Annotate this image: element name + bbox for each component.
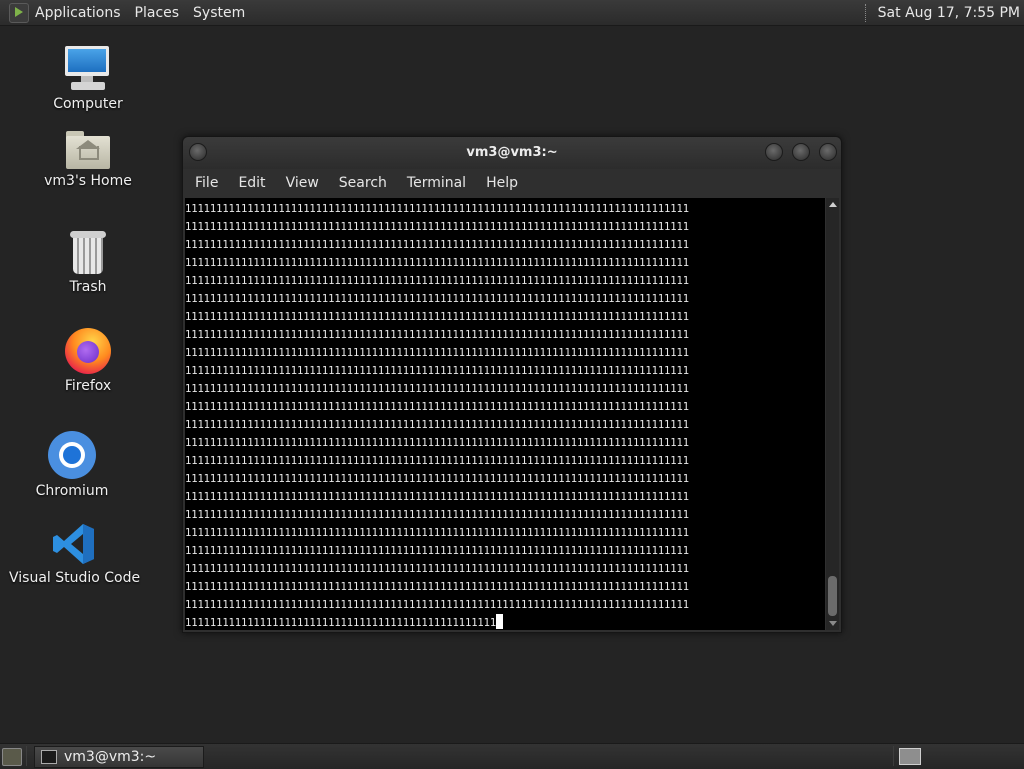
terminal-line: 1111111111111111111111111111111111111111… — [185, 599, 689, 611]
desktop-icon-label: Firefox — [64, 378, 112, 394]
desktop-icon-label: Computer — [53, 96, 123, 112]
text-cursor — [496, 614, 504, 629]
taskbar-item-label: vm3@vm3:~ — [64, 749, 157, 765]
terminal-line: 1111111111111111111111111111111111111111… — [185, 614, 825, 630]
terminal-lines: 1111111111111111111111111111111111111111… — [185, 198, 825, 630]
desktop-icon-label: Chromium — [35, 483, 109, 499]
scroll-up-arrow-icon[interactable] — [829, 202, 837, 207]
desktop-icon-label: Visual Studio Code — [9, 570, 141, 586]
terminal-line: 1111111111111111111111111111111111111111… — [185, 455, 689, 467]
terminal-line: 1111111111111111111111111111111111111111… — [185, 203, 689, 215]
terminal-line: 1111111111111111111111111111111111111111… — [185, 563, 689, 575]
menu-edit[interactable]: Edit — [238, 175, 265, 191]
terminal-line: 1111111111111111111111111111111111111111… — [185, 437, 689, 449]
terminal-line: 1111111111111111111111111111111111111111… — [185, 239, 689, 251]
menu-system[interactable]: System — [193, 5, 245, 21]
terminal-line: 1111111111111111111111111111111111111111… — [185, 311, 689, 323]
desktop-icon-chromium[interactable]: Chromium — [7, 431, 137, 499]
computer-icon — [63, 46, 113, 92]
scroll-down-arrow-icon[interactable] — [829, 621, 837, 626]
panel-separator — [893, 746, 894, 766]
desktop-icon-label: Trash — [69, 279, 107, 295]
terminal-line: 1111111111111111111111111111111111111111… — [185, 275, 689, 287]
terminal-icon — [41, 750, 57, 764]
desktop-icon-trash[interactable]: Trash — [23, 231, 153, 295]
panel-separator — [26, 746, 27, 766]
home-folder-icon — [66, 131, 110, 169]
workspace-switcher[interactable] — [899, 748, 921, 765]
menu-places[interactable]: Places — [135, 5, 180, 21]
bottom-panel: vm3@vm3:~ — [0, 743, 1024, 769]
close-button[interactable] — [819, 143, 837, 161]
scrollbar-thumb[interactable] — [828, 576, 837, 616]
show-desktop-icon[interactable] — [2, 748, 22, 766]
distro-logo-icon[interactable] — [9, 2, 29, 23]
terminal-line: 1111111111111111111111111111111111111111… — [185, 581, 689, 593]
terminal-line: 1111111111111111111111111111111111111111… — [185, 401, 689, 413]
terminal-line: 1111111111111111111111111111111111111111… — [185, 293, 689, 305]
terminal-output[interactable]: 1111111111111111111111111111111111111111… — [185, 198, 825, 630]
maximize-button[interactable] — [792, 143, 810, 161]
menu-help[interactable]: Help — [486, 175, 518, 191]
terminal-line: 1111111111111111111111111111111111111111… — [185, 527, 689, 539]
firefox-icon — [65, 328, 111, 374]
menu-applications[interactable]: Applications — [35, 5, 121, 21]
terminal-line: 1111111111111111111111111111111111111111… — [185, 383, 689, 395]
clock-area: Sat Aug 17, 7:55 PM — [864, 0, 1024, 25]
chromium-icon — [48, 431, 96, 479]
terminal-line: 1111111111111111111111111111111111111111… — [185, 473, 689, 485]
terminal-line: 1111111111111111111111111111111111111111… — [185, 491, 689, 503]
terminal-line: 1111111111111111111111111111111111111111… — [185, 545, 689, 557]
menu-search[interactable]: Search — [339, 175, 387, 191]
vscode-icon — [52, 522, 96, 566]
trash-icon — [70, 231, 106, 275]
taskbar-item-terminal[interactable]: vm3@vm3:~ — [34, 746, 204, 768]
desktop-icon-computer[interactable]: Computer — [23, 46, 153, 112]
desktop-icon-vscode[interactable]: Visual Studio Code — [9, 522, 141, 586]
menu-file[interactable]: File — [195, 175, 218, 191]
desktop-icon-firefox[interactable]: Firefox — [23, 328, 153, 394]
top-panel: Applications Places System Sat Aug 17, 7… — [0, 0, 1024, 26]
window-title: vm3@vm3:~ — [466, 145, 558, 160]
terminal-line: 1111111111111111111111111111111111111111… — [185, 365, 689, 377]
terminal-line: 1111111111111111111111111111111111111111… — [185, 257, 689, 269]
terminal-line: 1111111111111111111111111111111111111111… — [185, 221, 689, 233]
terminal-scrollbar[interactable] — [826, 198, 839, 630]
menu-terminal[interactable]: Terminal — [407, 175, 466, 191]
terminal-menubar: File Edit View Search Terminal Help — [183, 169, 841, 197]
terminal-line: 1111111111111111111111111111111111111111… — [185, 509, 689, 521]
terminal-line: 1111111111111111111111111111111111111111… — [185, 329, 689, 341]
terminal-line: 1111111111111111111111111111111111111111… — [185, 347, 689, 359]
terminal-window: vm3@vm3:~ File Edit View Search Terminal… — [182, 136, 842, 633]
terminal-current-line: 1111111111111111111111111111111111111111… — [185, 617, 497, 629]
panel-separator — [864, 3, 868, 22]
desktop-icon-home[interactable]: vm3's Home — [23, 131, 153, 189]
terminal-line: 1111111111111111111111111111111111111111… — [185, 419, 689, 431]
desktop-icon-label: vm3's Home — [44, 173, 132, 189]
minimize-button[interactable] — [765, 143, 783, 161]
clock[interactable]: Sat Aug 17, 7:55 PM — [878, 5, 1020, 21]
menu-view[interactable]: View — [286, 175, 319, 191]
window-titlebar[interactable]: vm3@vm3:~ — [183, 137, 841, 169]
